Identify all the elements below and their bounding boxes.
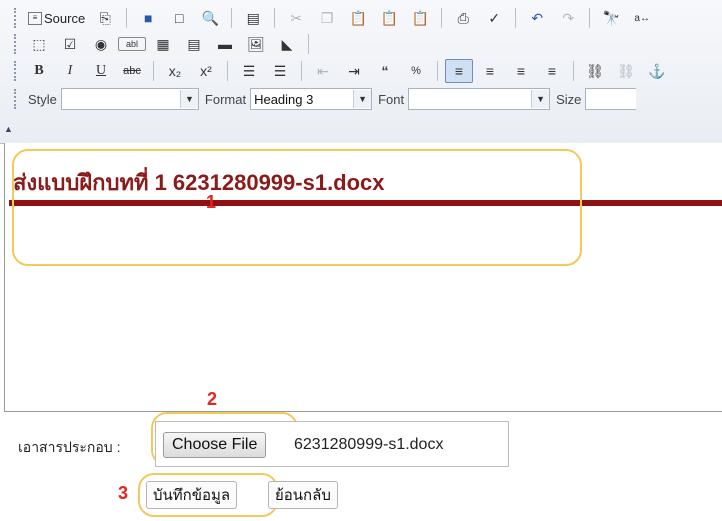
preview-icon[interactable]: 🔍	[196, 6, 224, 30]
radio-icon[interactable]: ◉	[87, 32, 115, 56]
numbered-list-icon[interactable]: ☰	[235, 59, 263, 83]
annotation-number-1: 1	[206, 192, 217, 212]
font-select[interactable]: ▼	[408, 88, 551, 110]
div-container-icon[interactable]: %	[402, 59, 430, 83]
checkbox-icon[interactable]: ☑	[56, 32, 84, 56]
chevron-down-icon[interactable]: ▼	[531, 90, 550, 108]
style-label: Style	[28, 91, 57, 107]
save-button[interactable]: บันทึกข้อมูล	[146, 481, 238, 509]
style-select[interactable]: ▼	[60, 88, 199, 110]
chevron-down-icon[interactable]: ▼	[179, 90, 198, 108]
toolbar-grip[interactable]	[14, 61, 19, 81]
collapse-toolbar-icon[interactable]: ▲	[4, 124, 13, 134]
font-label: Font	[378, 91, 405, 107]
new-document-icon[interactable]: □	[165, 6, 193, 30]
size-label: Size	[556, 91, 582, 107]
align-left-icon[interactable]: ≡	[445, 59, 473, 83]
source-icon: ≡	[28, 11, 42, 25]
toolbar-row-2: ⬚ ☑ ◉ abl ▦ ▤ ▬ 🖼 ◣	[14, 30, 313, 58]
hidden-field-icon[interactable]: ◣	[273, 32, 301, 56]
toolbar-row-4: Style ▼ Format Heading 3 ▼ Font ▼ Size	[14, 85, 637, 113]
annotation-number-3: 3	[118, 483, 129, 503]
italic-icon[interactable]: I	[56, 59, 84, 83]
toolbar-separator	[231, 8, 233, 28]
undo-icon[interactable]: ↶	[523, 6, 551, 30]
spellcheck-icon[interactable]: ✓	[480, 6, 508, 30]
chevron-down-icon[interactable]: ▼	[353, 90, 372, 108]
toolbar-separator	[308, 34, 309, 54]
outdent-icon[interactable]: ⇤	[309, 59, 337, 83]
cut-icon[interactable]: ✂	[282, 6, 310, 30]
format-label: Format	[204, 91, 247, 107]
anchor-icon[interactable]: ⚓	[643, 59, 671, 83]
paste-word-icon[interactable]: 📋	[406, 6, 434, 30]
toolbar-grip[interactable]	[14, 8, 19, 28]
subscript-icon[interactable]: x₂	[161, 59, 189, 83]
bulleted-list-icon[interactable]: ☰	[266, 59, 294, 83]
textfield-icon[interactable]: abl	[118, 37, 146, 51]
textarea-icon[interactable]: ▦	[149, 32, 177, 56]
toolbar-separator	[515, 8, 517, 28]
redo-icon[interactable]: ↷	[554, 6, 582, 30]
form-icon[interactable]: ⬚	[25, 32, 53, 56]
replace-icon[interactable]: a↔	[628, 6, 656, 30]
toolbar-separator	[153, 61, 154, 81]
print-icon[interactable]: ⎙	[449, 6, 477, 30]
button-icon[interactable]: ▬	[211, 32, 239, 56]
back-button[interactable]: ย้อนกลับ	[268, 481, 338, 509]
strikethrough-icon[interactable]: abc	[118, 59, 146, 83]
attachment-label: เอาสารประกอบ :	[18, 439, 121, 455]
toolbar-separator	[274, 8, 276, 28]
toolbar-separator	[437, 61, 438, 81]
justify-icon[interactable]: ≡	[538, 59, 566, 83]
new-page-icon[interactable]: ⎘	[91, 6, 119, 30]
selected-file-name: 6231280999-s1.docx	[294, 436, 444, 453]
format-value: Heading 3	[254, 91, 314, 107]
bold-icon[interactable]: B	[25, 59, 53, 83]
format-select[interactable]: Heading 3 ▼	[250, 88, 373, 110]
toolbar-separator	[441, 8, 443, 28]
align-right-icon[interactable]: ≡	[507, 59, 535, 83]
copy-icon[interactable]: ❐	[313, 6, 341, 30]
toolbar-separator	[301, 61, 302, 81]
annotation-number-2: 2	[207, 389, 218, 409]
toolbar-row-1: ≡ Source ⎘ ■ □ 🔍 ▤ ✂ ❐ 📋 📋 📋 ⎙ ✓ ↶ ↷ 🔭 a…	[14, 4, 656, 32]
editor-toolbar: ≡ Source ⎘ ■ □ 🔍 ▤ ✂ ❐ 📋 📋 📋 ⎙ ✓ ↶ ↷ 🔭 a…	[0, 0, 722, 144]
superscript-icon[interactable]: x²	[192, 59, 220, 83]
callout-outline-1	[12, 149, 582, 266]
link-icon[interactable]: ⛓	[581, 59, 609, 83]
templates-icon[interactable]: ▤	[239, 6, 267, 30]
underline-icon[interactable]: U	[87, 59, 115, 83]
toolbar-separator	[126, 8, 128, 28]
image-button-icon[interactable]: 🖼	[242, 32, 270, 56]
toolbar-row-3: B I U abc x₂ x² ☰ ☰ ⇤ ⇥ “ % ≡ ≡ ≡ ≡ ⛓ ⛓ …	[14, 57, 671, 85]
unlink-icon[interactable]: ⛓	[612, 59, 640, 83]
align-center-icon[interactable]: ≡	[476, 59, 504, 83]
toolbar-separator	[589, 8, 591, 28]
select-icon[interactable]: ▤	[180, 32, 208, 56]
toolbar-separator	[573, 61, 574, 81]
save-icon[interactable]: ■	[134, 6, 162, 30]
source-label: Source	[44, 10, 86, 26]
choose-file-button[interactable]: Choose File	[163, 432, 267, 458]
indent-icon[interactable]: ⇥	[340, 59, 368, 83]
toolbar-grip[interactable]	[14, 89, 19, 109]
blockquote-icon[interactable]: “	[371, 59, 399, 83]
paste-icon[interactable]: 📋	[344, 6, 372, 30]
size-select[interactable]	[585, 88, 637, 110]
toolbar-separator	[227, 61, 228, 81]
file-input-box: Choose File 6231280999-s1.docx	[155, 421, 509, 467]
paste-text-icon[interactable]: 📋	[375, 6, 403, 30]
find-icon[interactable]: 🔭	[597, 6, 625, 30]
toolbar-grip[interactable]	[14, 34, 19, 54]
source-button[interactable]: ≡ Source	[25, 6, 88, 30]
